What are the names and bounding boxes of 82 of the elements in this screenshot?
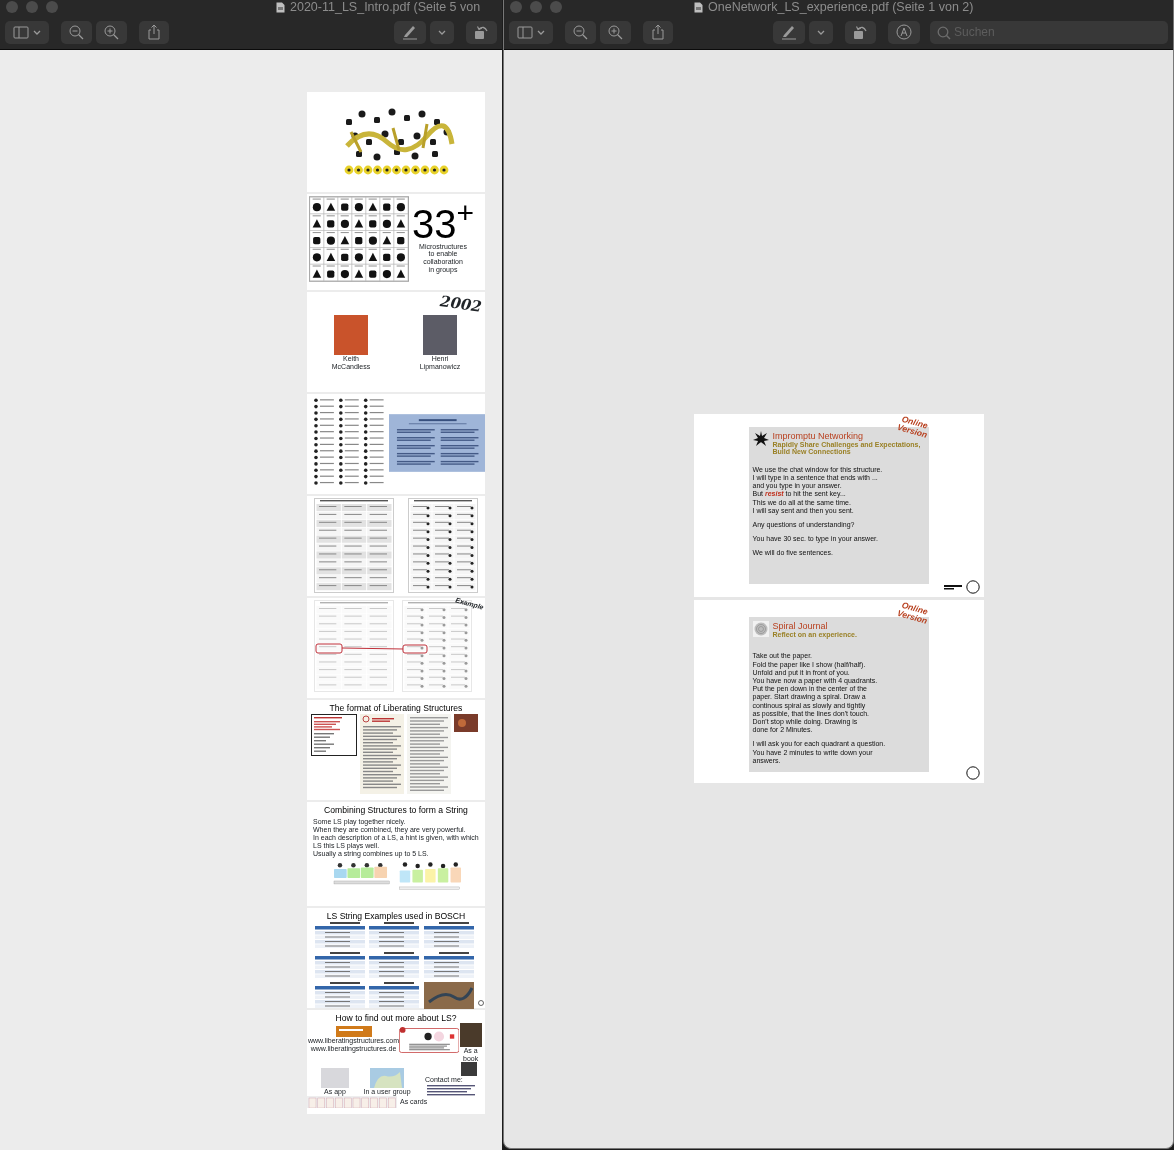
- circle-icon: [965, 580, 980, 594]
- page-thumbnail[interactable]: [307, 92, 485, 192]
- share-button[interactable]: [139, 20, 169, 44]
- zoom-in-icon: [104, 24, 119, 40]
- page-thumbnail[interactable]: [307, 802, 485, 906]
- online-version-label: Online Version: [895, 600, 930, 626]
- markup-menu-button[interactable]: [430, 20, 454, 44]
- zoom-in-icon: [608, 24, 623, 40]
- map-drawing: [370, 1068, 404, 1089]
- table-drawing: [315, 952, 365, 979]
- figure-icon: [752, 431, 769, 447]
- table-drawing: [315, 922, 365, 949]
- slide-title: Combining Structures to form a String: [324, 805, 468, 815]
- window-title: 2020-11_LS_Intro.pdf (Seite 5 von: [290, 0, 481, 16]
- window-control-button[interactable]: [6, 1, 18, 13]
- circle-icon: [478, 1000, 484, 1006]
- window-title: OneNetwork_LS_experience.pdf (Seite 1 von 2): [708, 0, 974, 16]
- pen-icon: [781, 24, 797, 40]
- rotate-button[interactable]: [845, 20, 876, 44]
- footer-mark-drawing: [943, 585, 962, 590]
- share-button[interactable]: [643, 20, 673, 44]
- photo-placeholder: [321, 1068, 349, 1089]
- zoom-out-button[interactable]: [61, 20, 92, 44]
- annotate-icon: [896, 24, 912, 40]
- caret-icon: [817, 28, 825, 36]
- sidebar-button[interactable]: [5, 20, 49, 44]
- table-drawing: [423, 952, 474, 979]
- table-drawing: [423, 922, 474, 949]
- table-drawing: [369, 922, 420, 949]
- zoom-in-button[interactable]: [600, 20, 631, 44]
- document-drawing: [311, 714, 357, 756]
- photo-placeholder: [423, 982, 474, 1009]
- online-version-label: Online Version: [895, 414, 930, 440]
- slide-title: Spiral Journal: [772, 621, 829, 631]
- spiral-icon: [752, 621, 769, 637]
- table-drawing: [369, 982, 420, 1009]
- caret-icon: [438, 28, 446, 36]
- pen-icon: [402, 24, 418, 40]
- window-control-button[interactable]: [530, 1, 542, 13]
- page-thumbnail[interactable]: The format of Liberating Structures: [307, 700, 485, 800]
- page-thumbnail[interactable]: LS String Examples used in BOSCH: [307, 908, 485, 1008]
- page-thumbnail[interactable]: [307, 496, 485, 596]
- year-text: 2002: [438, 291, 484, 318]
- zoom-in-button[interactable]: [96, 20, 127, 44]
- sidebar-button[interactable]: [509, 20, 553, 44]
- rotate-icon: [853, 24, 868, 40]
- slide-title: How to find out more about LS?: [335, 1013, 457, 1023]
- zoom-out-button[interactable]: [565, 20, 596, 44]
- photo-placeholder: [423, 315, 457, 355]
- window-control-button[interactable]: [26, 1, 38, 13]
- rotate-button[interactable]: [466, 20, 497, 44]
- window-control-button[interactable]: [46, 1, 58, 13]
- website-drawing: [335, 1026, 372, 1037]
- table-drawing: [315, 982, 365, 1009]
- markup-button[interactable]: [394, 20, 426, 44]
- photo-placeholder: [454, 714, 478, 732]
- sidebar-icon: [517, 25, 533, 39]
- table-drawing: [369, 952, 420, 979]
- share-icon: [147, 24, 161, 40]
- count-number: 33$^{+}$: [412, 204, 475, 243]
- photo-placeholder: [459, 1023, 482, 1047]
- sidebar-icon: [13, 25, 29, 39]
- zoom-out-icon: [573, 24, 588, 40]
- share-icon: [651, 24, 665, 40]
- document-icon: [276, 1, 285, 13]
- slide-title: The format of Liberating Structures: [329, 703, 463, 713]
- markup-menu-button[interactable]: [809, 20, 833, 44]
- markup-button[interactable]: [773, 20, 805, 44]
- slide-title: LS String Examples used in BOSCH: [326, 911, 466, 921]
- document-icon: [694, 1, 703, 13]
- caret-icon: [537, 28, 545, 36]
- page-thumbnail[interactable]: [307, 394, 485, 494]
- annotate-button[interactable]: [888, 20, 920, 44]
- rotate-icon: [474, 24, 489, 40]
- zoom-out-icon: [69, 24, 84, 40]
- circle-icon: [965, 766, 980, 780]
- photo-placeholder: [334, 315, 368, 355]
- caret-icon: [33, 28, 41, 36]
- window-control-button[interactable]: [550, 1, 562, 13]
- photo-placeholder: [461, 1062, 477, 1077]
- window-control-button[interactable]: [510, 1, 522, 13]
- contact-lines-drawing: [425, 1083, 477, 1096]
